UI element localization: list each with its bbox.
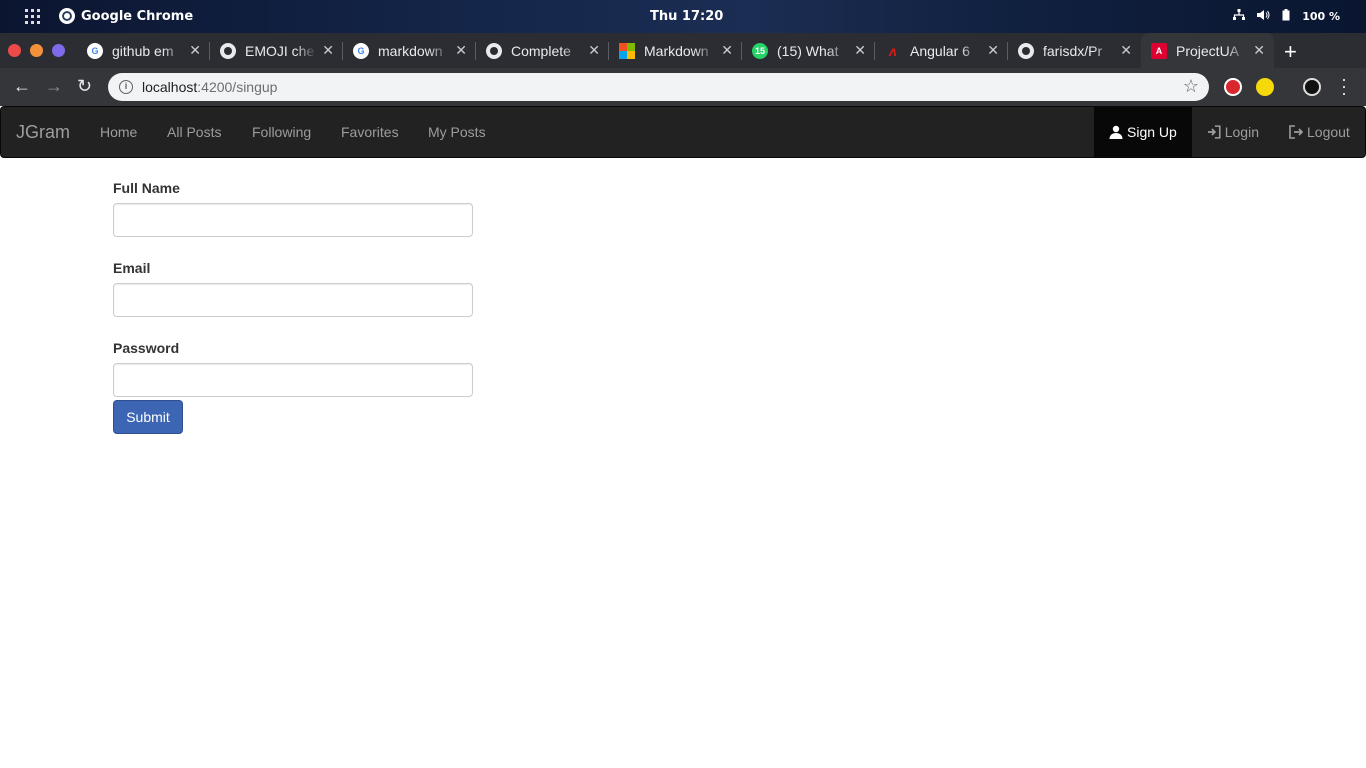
chrome-icon	[59, 8, 75, 24]
close-tab-icon[interactable]: ✕	[455, 42, 467, 59]
tab-complete[interactable]: Complete ✕	[476, 33, 609, 68]
tab-angular-6[interactable]: ʌ Angular 6 ✕	[875, 33, 1008, 68]
reload-icon[interactable]: ↻	[77, 76, 92, 97]
address-url[interactable]: localhost:4200/singup	[142, 79, 277, 95]
login-icon	[1207, 125, 1221, 139]
submit-button[interactable]: Submit	[113, 400, 183, 434]
angular-icon: A	[1151, 42, 1167, 59]
email-label: Email	[113, 260, 151, 276]
app-grid-icon[interactable]	[25, 9, 41, 25]
close-tab-icon[interactable]: ✕	[854, 42, 866, 59]
nav-all-posts[interactable]: All Posts	[167, 124, 221, 140]
user-icon	[1109, 125, 1123, 139]
browser-menu-icon[interactable]: · · ·	[1340, 70, 1348, 102]
tab-whatsapp[interactable]: 15 (15) What ✕	[742, 33, 875, 68]
nav-following[interactable]: Following	[252, 124, 311, 140]
profile-avatar[interactable]	[1303, 78, 1321, 96]
full-name-label: Full Name	[113, 180, 180, 196]
adblock-extension-icon[interactable]	[1224, 78, 1242, 96]
battery-percentage: 100 %	[1302, 10, 1340, 23]
signup-form: Full Name Email Password Submit	[113, 180, 473, 434]
password-label: Password	[113, 340, 180, 356]
close-tab-icon[interactable]: ✕	[189, 42, 201, 59]
tab-projectua[interactable]: A ProjectUA ✕	[1141, 33, 1274, 68]
nav-sign-up[interactable]: Sign Up	[1094, 107, 1192, 157]
new-tab-button[interactable]: +	[1284, 39, 1297, 65]
network-icon	[1233, 9, 1246, 24]
github-icon	[1018, 42, 1034, 59]
browser-toolbar: ← → ↻ i localhost:4200/singup ☆ · · ·	[0, 68, 1366, 106]
minimize-window-button[interactable]	[30, 44, 43, 57]
forward-icon[interactable]: →	[45, 76, 63, 97]
google-icon: G	[353, 42, 369, 59]
tab-markdown[interactable]: G markdown ✕	[343, 33, 476, 68]
whatsapp-icon: 15	[752, 42, 768, 59]
close-tab-icon[interactable]: ✕	[721, 42, 733, 59]
close-tab-icon[interactable]: ✕	[1253, 42, 1265, 59]
close-tab-icon[interactable]: ✕	[987, 42, 999, 59]
app-navbar: JGram Home All Posts Following Favorites…	[0, 106, 1366, 158]
battery-icon	[1282, 9, 1290, 24]
nav-favorites[interactable]: Favorites	[341, 124, 399, 140]
tab-github-emoji[interactable]: G github em ✕	[77, 33, 210, 68]
nav-my-posts[interactable]: My Posts	[428, 124, 486, 140]
close-tab-icon[interactable]: ✕	[1120, 42, 1132, 59]
maximize-window-button[interactable]	[52, 44, 65, 57]
brand-logo[interactable]: JGram	[16, 122, 70, 143]
yellow-extension-icon[interactable]	[1256, 78, 1274, 96]
close-tab-icon[interactable]: ✕	[322, 42, 334, 59]
os-status-area[interactable]: 100 %	[1233, 9, 1340, 24]
nav-login[interactable]: Login	[1192, 107, 1274, 157]
volume-icon	[1257, 9, 1270, 24]
github-icon	[486, 42, 502, 59]
bookmark-star-icon[interactable]: ☆	[1183, 76, 1199, 97]
os-top-bar: Google Chrome Thu 17:20 100 %	[0, 0, 1366, 33]
nav-home[interactable]: Home	[100, 124, 137, 140]
nav-logout[interactable]: Logout	[1274, 107, 1366, 157]
tab-farisdx[interactable]: farisdx/Pr ✕	[1008, 33, 1141, 68]
password-field[interactable]	[113, 363, 473, 397]
close-window-button[interactable]	[8, 44, 21, 57]
tab-emoji-cheatsheet[interactable]: EMOJI che ✕	[210, 33, 343, 68]
active-app-name: Google Chrome	[81, 8, 194, 24]
microsoft-icon	[619, 42, 635, 59]
close-tab-icon[interactable]: ✕	[588, 42, 600, 59]
tab-markdown-ms[interactable]: Markdown ✕	[609, 33, 742, 68]
address-bar[interactable]: i localhost:4200/singup ☆	[108, 73, 1209, 101]
full-name-field[interactable]	[113, 203, 473, 237]
active-app-menu[interactable]: Google Chrome	[59, 8, 193, 24]
back-icon[interactable]: ←	[13, 76, 31, 97]
github-icon	[220, 42, 236, 59]
logout-icon	[1289, 125, 1303, 139]
site-info-icon[interactable]: i	[119, 80, 133, 94]
email-field[interactable]	[113, 283, 473, 317]
os-clock[interactable]: Thu 17:20	[650, 9, 723, 24]
google-icon: G	[87, 42, 103, 59]
tab-strip: G github em ✕ EMOJI che ✕ G markdown ✕ C…	[0, 33, 1366, 68]
angular-university-icon: ʌ	[889, 42, 897, 59]
